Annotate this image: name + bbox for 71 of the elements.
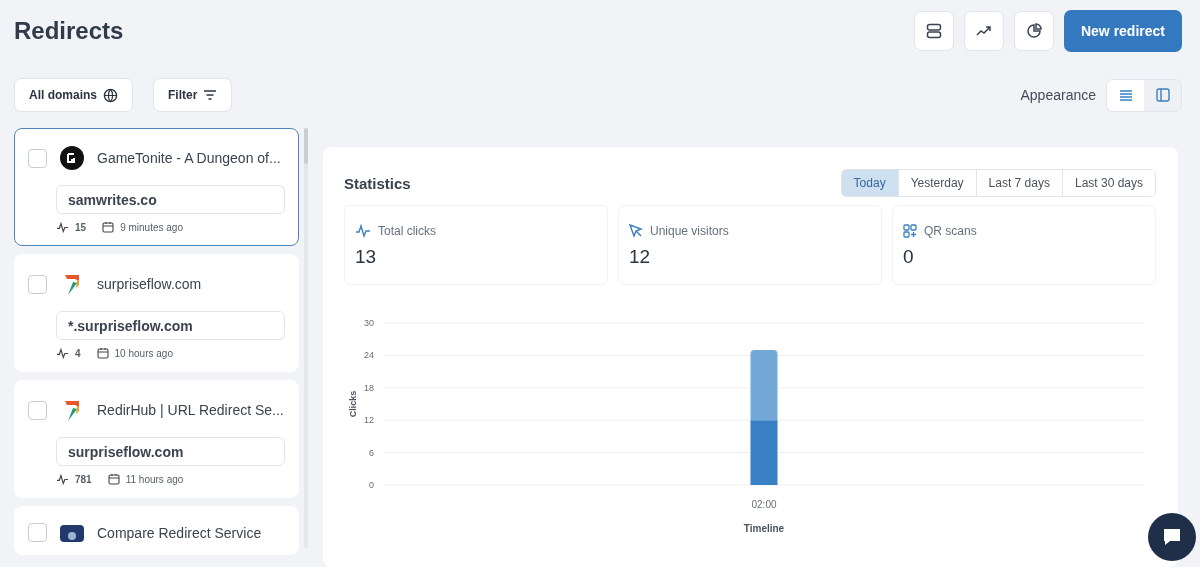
calendar-icon — [107, 473, 120, 485]
globe-icon — [103, 87, 118, 103]
checkbox[interactable] — [28, 148, 47, 168]
statistics-title: Statistics — [344, 174, 411, 192]
redirect-title: GameTonite - A Dungeon of... — [97, 150, 281, 166]
timestamp: 10 hours ago — [114, 347, 173, 359]
chat-button[interactable] — [1148, 513, 1196, 561]
view-toggle[interactable] — [1107, 79, 1144, 111]
timestamp: 11 hours ago — [125, 473, 184, 485]
pie-chart-button[interactable] — [1013, 11, 1054, 51]
page-title: Redirects — [14, 17, 124, 45]
redirect-title: RedirHub | URL Redirect Se... — [97, 402, 284, 418]
chat-icon — [1161, 526, 1183, 548]
x-tick-label: 02:00 — [751, 499, 777, 510]
layout-button[interactable] — [913, 11, 954, 51]
range-tab[interactable]: Last 30 days — [1061, 170, 1155, 196]
logo-icon — [59, 145, 85, 171]
click-count: 781 — [75, 473, 92, 485]
timestamp: 9 minutes ago — [120, 221, 183, 233]
metric-label: Unique visitors — [650, 224, 729, 238]
y-tick-label: 30 — [364, 318, 374, 328]
y-tick-label: 18 — [364, 382, 374, 393]
checkbox[interactable] — [28, 274, 47, 294]
url-field: samwrites.co — [56, 185, 285, 214]
metric-label: Total clicks — [378, 224, 436, 238]
trend-button[interactable] — [963, 11, 1004, 51]
y-tick-label: 6 — [369, 447, 374, 458]
range-tab[interactable]: Today — [841, 170, 898, 196]
redirect-title: Compare Redirect Service — [97, 524, 262, 541]
calendar-icon — [102, 221, 115, 233]
filter-button[interactable]: Filter — [153, 78, 233, 112]
activity-icon — [56, 473, 69, 485]
metric-value: 13 — [355, 246, 378, 268]
filter-icon — [203, 90, 218, 100]
redirect-card[interactable]: Compare Redirect Service — [14, 506, 299, 555]
qr-icon — [903, 224, 917, 238]
checkbox[interactable] — [28, 400, 47, 420]
activity-icon — [56, 347, 69, 359]
list-icon — [1118, 89, 1133, 101]
redirect-title: surpriseflow.com — [97, 276, 202, 292]
sidebar-icon — [1155, 88, 1170, 102]
url-field: *.surpriseflow.com — [56, 311, 285, 340]
metric-value: 12 — [629, 246, 652, 268]
checkbox[interactable] — [28, 523, 47, 542]
metric-value: 0 — [903, 246, 915, 268]
click-count: 4 — [75, 347, 81, 359]
appearance-label: Appearance — [1020, 87, 1096, 103]
y-axis-title: Clicks — [348, 390, 358, 418]
cursor-icon — [629, 224, 643, 238]
click-count: 15 — [75, 221, 87, 233]
new-redirect-button[interactable]: New redirect — [1063, 10, 1182, 52]
redirect-card[interactable]: GameTonite - A Dungeon of... samwrites.co 15 9 minutes ago — [14, 128, 299, 246]
redirect-card[interactable]: surpriseflow.com *.surpriseflow.com 4 10 hours ago — [14, 254, 299, 372]
x-axis-title: Timeline — [743, 523, 785, 534]
y-tick-label: 0 — [369, 480, 374, 490]
activity-icon — [56, 221, 69, 233]
chart-bar — [750, 350, 778, 421]
y-tick-label: 12 — [364, 415, 374, 426]
metric-label: QR scans — [924, 224, 977, 238]
url-field: surpriseflow.com — [56, 437, 285, 466]
trend-icon — [975, 25, 992, 37]
calendar-icon — [96, 347, 109, 359]
redirect-card[interactable]: RedirHub | URL Redirect Se... surpriseflow.com 781 11 hours ago — [14, 380, 299, 498]
y-tick-label: 24 — [364, 350, 374, 361]
view-toggle[interactable] — [1144, 79, 1181, 111]
pie-chart-icon — [1025, 23, 1042, 39]
activity-icon — [355, 224, 371, 238]
rows-icon — [925, 23, 942, 39]
chart-bar — [750, 420, 778, 485]
logo-icon — [59, 523, 85, 542]
domains-button[interactable]: All domains — [14, 78, 133, 112]
